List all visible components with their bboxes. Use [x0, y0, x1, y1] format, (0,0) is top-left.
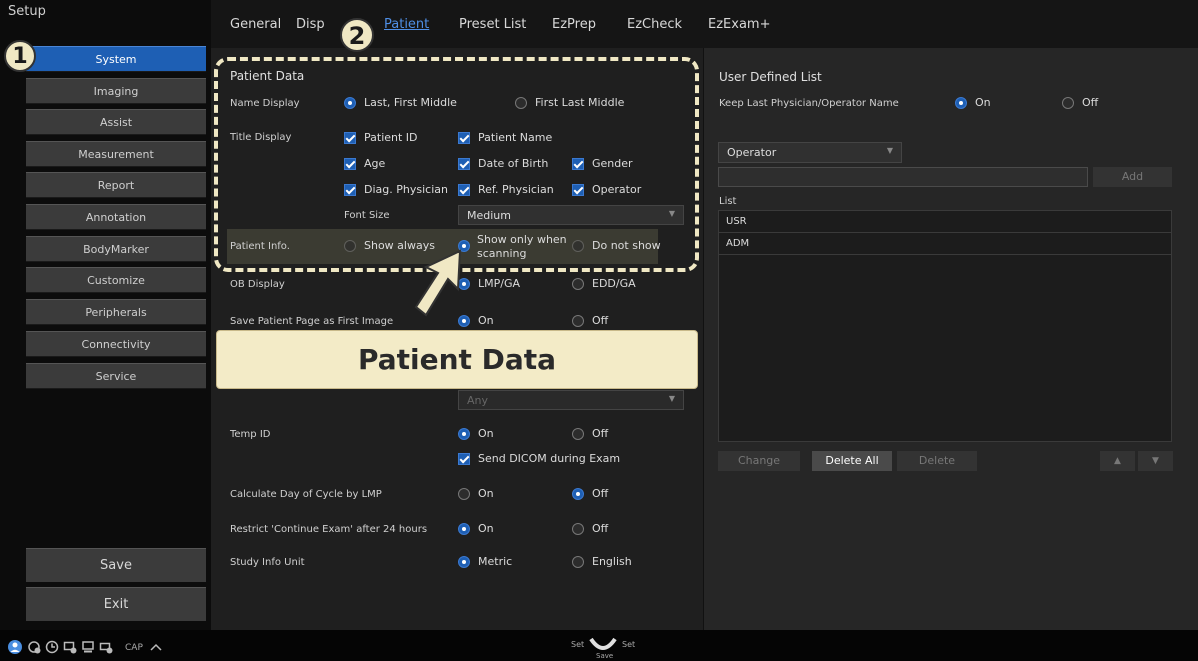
sidebar-item-measurement[interactable]: Measurement — [26, 141, 206, 167]
calc-day-label: Calculate Day of Cycle by LMP — [230, 489, 382, 500]
restrict-on-radio[interactable]: On — [458, 522, 494, 535]
radio-unselected-icon — [572, 428, 584, 440]
calc-day-on-radio[interactable]: On — [458, 487, 494, 500]
list-entry-input[interactable] — [718, 167, 1088, 187]
set-left-label: Set — [571, 640, 585, 649]
radio-unselected-icon — [458, 488, 470, 500]
list-item[interactable]: ADM — [719, 233, 1171, 255]
sidebar-item-report[interactable]: Report — [26, 172, 206, 198]
keep-last-on-radio[interactable]: On — [955, 96, 991, 109]
keep-last-off-radio[interactable]: Off — [1062, 96, 1098, 109]
callout-badge-2: 2 — [340, 18, 374, 52]
save-first-image-label: Save Patient Page as First Image — [230, 316, 394, 327]
keep-last-label: Keep Last Physician/Operator Name — [719, 98, 899, 109]
temp-id-on-radio[interactable]: On — [458, 427, 494, 440]
tab-display[interactable]: Disp — [296, 17, 325, 32]
patient-data-highlight-frame — [214, 57, 699, 272]
temp-id-off-radio[interactable]: Off — [572, 427, 608, 440]
add-button[interactable]: Add — [1093, 167, 1172, 187]
delete-button[interactable]: Delete — [897, 451, 977, 471]
tab-ezexam-plus[interactable]: EzExam+ — [708, 17, 770, 32]
save-button[interactable]: Save — [26, 548, 206, 582]
setup-title: Setup — [8, 4, 46, 19]
change-button[interactable]: Change — [718, 451, 800, 471]
patient-data-banner: Patient Data — [216, 330, 698, 389]
dropdown-arrow-icon: ▼ — [886, 146, 893, 155]
study-unit-english-radio[interactable]: English — [572, 555, 632, 568]
radio-unselected-icon — [1062, 97, 1074, 109]
tab-preset-list[interactable]: Preset List — [459, 17, 526, 32]
radio-selected-icon — [458, 556, 470, 568]
ob-display-label: OB Display — [230, 279, 285, 290]
sidebar-item-imaging[interactable]: Imaging — [26, 78, 206, 104]
ob-display-edd-ga-radio[interactable]: EDD/GA — [572, 277, 636, 290]
list-item[interactable]: USR — [719, 211, 1171, 233]
radio-selected-icon — [955, 97, 967, 109]
study-unit-label: Study Info Unit — [230, 557, 305, 568]
radio-selected-icon — [458, 523, 470, 535]
chevron-up-icon[interactable] — [150, 643, 162, 651]
caps-lock-indicator: CAP — [125, 643, 143, 653]
sidebar-item-connectivity[interactable]: Connectivity — [26, 331, 206, 357]
temp-id-label: Temp ID — [230, 429, 271, 440]
save-hint-label: Save — [596, 652, 614, 660]
user-list: USR ADM — [718, 210, 1172, 442]
sidebar-item-customize[interactable]: Customize — [26, 267, 206, 293]
restrict-off-radio[interactable]: Off — [572, 522, 608, 535]
adv-icon — [82, 641, 94, 653]
pointer-arrow-icon — [414, 249, 462, 317]
media-icon — [63, 641, 77, 654]
study-unit-metric-radio[interactable]: Metric — [458, 555, 512, 568]
radio-unselected-icon — [572, 278, 584, 290]
radio-selected-icon — [458, 428, 470, 440]
sidebar-item-system[interactable]: System — [26, 46, 206, 72]
list-label: List — [719, 196, 737, 207]
restrict-label: Restrict 'Continue Exam' after 24 hours — [230, 524, 428, 535]
tab-ezprep[interactable]: EzPrep — [552, 17, 596, 32]
list-type-select[interactable]: Operator ▼ — [718, 142, 902, 163]
checkbox-checked-icon — [458, 453, 470, 465]
sidebar-item-annotation[interactable]: Annotation — [26, 204, 206, 230]
radio-unselected-icon — [572, 315, 584, 327]
tab-patient[interactable]: Patient — [384, 17, 429, 32]
save-first-image-off-radio[interactable]: Off — [572, 314, 608, 327]
radio-selected-icon — [572, 488, 584, 500]
sidebar-item-assist[interactable]: Assist — [26, 109, 206, 135]
any-select[interactable]: Any ▼ — [458, 390, 684, 410]
send-dicom-checkbox[interactable]: Send DICOM during Exam — [458, 452, 620, 465]
tab-general[interactable]: General — [230, 17, 281, 32]
callout-badge-1: 1 — [4, 40, 36, 72]
user-icon — [8, 640, 22, 654]
printer-icon — [99, 642, 113, 654]
radio-unselected-icon — [572, 556, 584, 568]
sidebar-item-service[interactable]: Service — [26, 363, 206, 389]
clock-icon — [45, 640, 59, 654]
delete-all-button[interactable]: Delete All — [812, 451, 892, 471]
sidebar-item-peripherals[interactable]: Peripherals — [26, 299, 206, 325]
dropdown-arrow-icon: ▼ — [668, 394, 675, 403]
exit-button[interactable]: Exit — [26, 587, 206, 621]
tab-ezcheck[interactable]: EzCheck — [627, 17, 682, 32]
sidebar-item-bodymarker[interactable]: BodyMarker — [26, 236, 206, 262]
set-right-label: Set — [622, 640, 636, 649]
calc-day-off-radio[interactable]: Off — [572, 487, 608, 500]
radio-unselected-icon — [572, 523, 584, 535]
move-down-button[interactable]: ▼ — [1138, 451, 1173, 471]
user-defined-list-title: User Defined List — [719, 70, 822, 84]
move-up-button[interactable]: ▲ — [1100, 451, 1135, 471]
network-icon — [28, 641, 41, 654]
